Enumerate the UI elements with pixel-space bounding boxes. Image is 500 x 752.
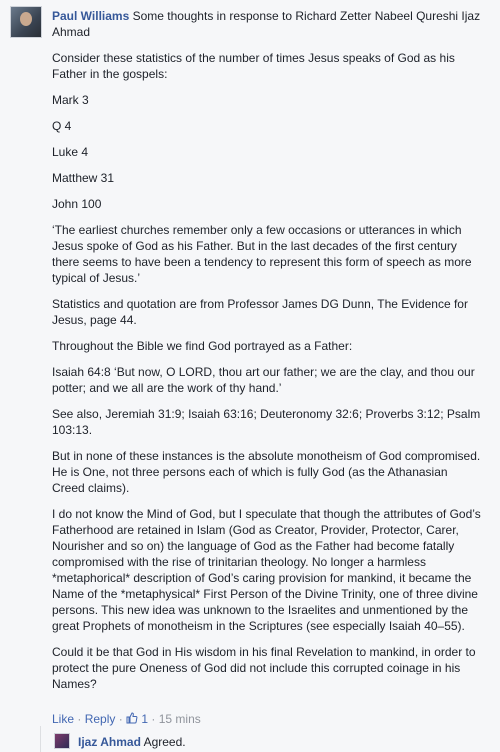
separator: · [148,712,159,726]
paragraph: See also, Jeremiah 31:9; Isaiah 63:16; D… [52,407,481,437]
separator: · [74,712,85,726]
paragraph: Mark 3 [52,93,89,107]
reply-text: Agreed. [143,735,186,749]
author-avatar[interactable] [10,6,42,38]
paragraph: Consider these statistics of the number … [52,51,455,81]
reply-body: Ijaz Ahmad Agreed. [78,735,186,749]
paragraph: Luke 4 [52,145,89,159]
paragraph: Throughout the Bible we find God portray… [52,339,353,353]
paragraph: Isaiah 64:8 ‘But now, O LORD, thou art o… [52,365,475,395]
separator: · [115,712,127,726]
like-link[interactable]: Like [52,712,74,726]
reply-thread-line [40,726,41,752]
reply: Ijaz Ahmad Agreed. [0,726,500,752]
comment: Paul Williams Some thoughts in response … [0,0,500,726]
paragraph: But in none of these instances is the ab… [52,449,481,495]
timestamp[interactable]: 15 mins [159,712,201,726]
comment-body: Paul Williams Some thoughts in response … [52,8,482,702]
paragraph: Could it be that God in His wisdom in hi… [52,645,476,691]
paragraph: ‘The earliest churches remember only a f… [52,223,472,285]
comment-actions: Like · Reply · 1 · 15 mins [52,712,201,726]
author-name[interactable]: Paul Williams [52,9,129,23]
paragraph: Statistics and quotation are from Profes… [52,297,468,327]
reply-avatar[interactable] [54,733,70,749]
comment-header: Paul Williams Some thoughts in response … [52,8,482,40]
thumbs-up-icon [126,712,138,724]
paragraph: I do not know the Mind of God, but I spe… [52,507,481,633]
reply-author[interactable]: Ijaz Ahmad [78,735,141,749]
reply-link[interactable]: Reply [85,712,116,726]
paragraph: John 100 [52,197,102,211]
paragraph: Matthew 31 [52,171,115,185]
paragraph: Q 4 [52,119,72,133]
